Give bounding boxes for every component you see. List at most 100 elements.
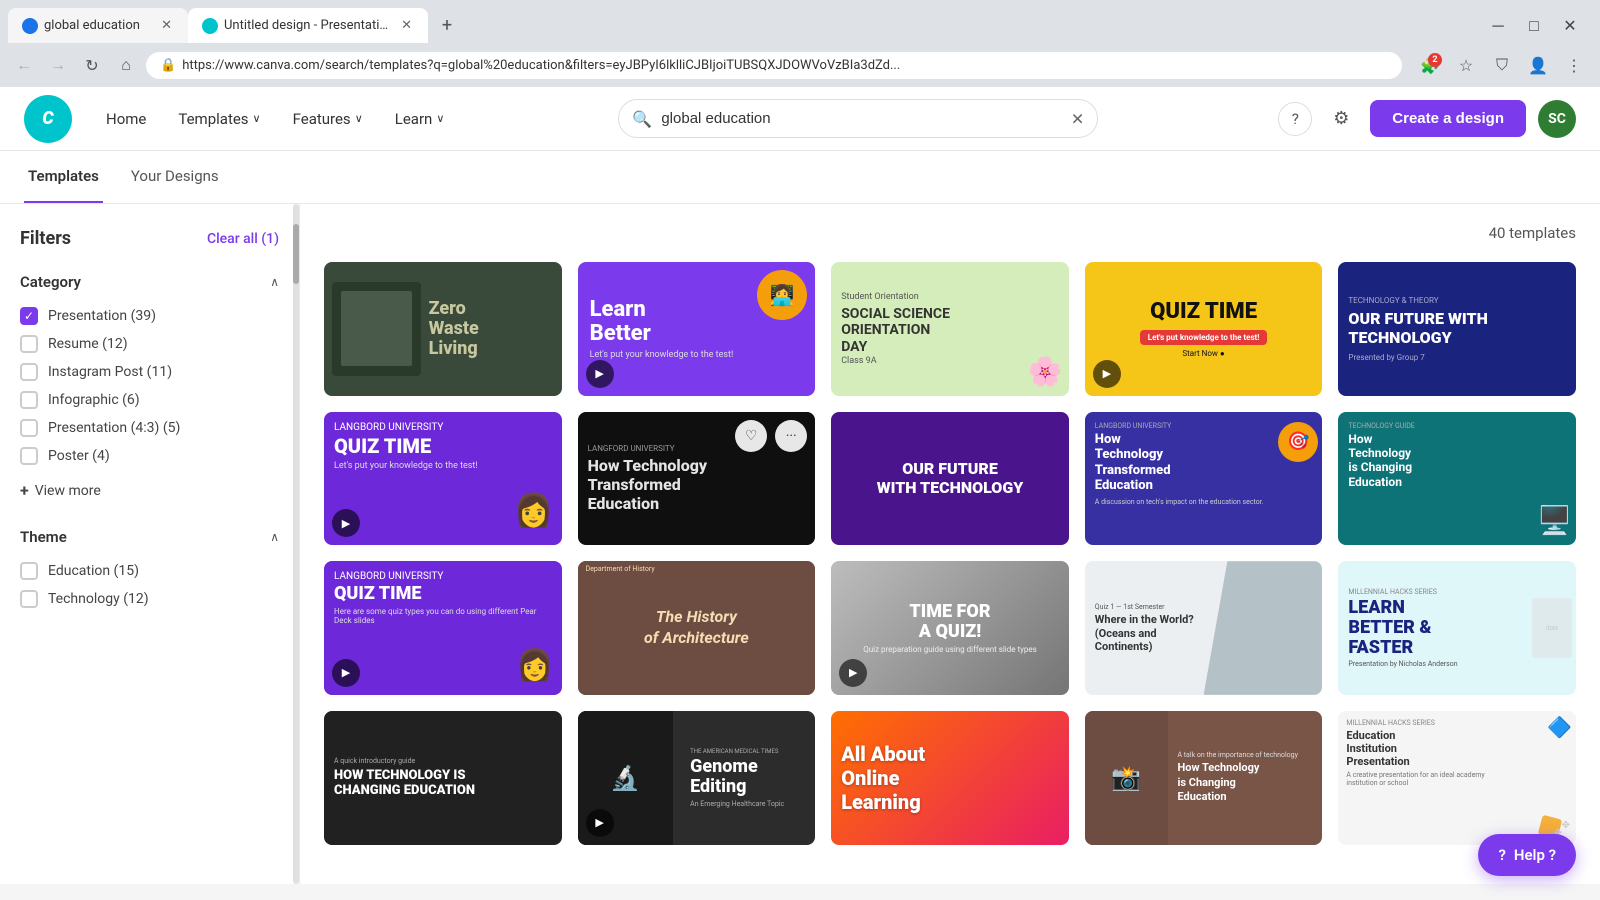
card-12-more[interactable]: ···	[775, 569, 807, 601]
search-input[interactable]	[618, 99, 1098, 138]
template-card-19[interactable]: 📸 A talk on the importance of technology…	[1085, 711, 1323, 845]
card-4-heart[interactable]: ♡	[1242, 270, 1274, 302]
profile-button[interactable]: 👤	[1522, 49, 1554, 81]
card-16-heart[interactable]: ♡	[482, 719, 514, 751]
home-button[interactable]: ⌂	[112, 51, 140, 79]
card-19-more[interactable]: ···	[1282, 719, 1314, 751]
filter-item-presentation[interactable]: Presentation (39)	[20, 307, 279, 325]
card-17-heart[interactable]: ♡	[735, 719, 767, 751]
template-card-2[interactable]: LearnBetter Let's put your knowledge to …	[578, 262, 816, 396]
tab-2-close[interactable]: ✕	[399, 16, 414, 35]
user-avatar[interactable]: SC	[1538, 100, 1576, 138]
card-10-more[interactable]: ···	[1536, 420, 1568, 452]
card-4-more[interactable]: ···	[1282, 270, 1314, 302]
template-card-3[interactable]: Student Orientation Social ScienceOrient…	[831, 262, 1069, 396]
template-card-6[interactable]: LANGBORD UNIVERSITY QUIZ TIME Let's put …	[324, 412, 562, 546]
card-15-more[interactable]: ···	[1536, 569, 1568, 601]
card-16-more[interactable]: ···	[522, 719, 554, 751]
card-2-more[interactable]: ···	[775, 270, 807, 302]
extensions-button[interactable]: 🧩 2	[1414, 49, 1446, 81]
card-13-more[interactable]: ···	[1029, 569, 1061, 601]
template-card-4[interactable]: QUIZ TIME Let's put knowledge to the tes…	[1085, 262, 1323, 396]
template-card-18[interactable]: All AboutOnlineLearning ♡ ···	[831, 711, 1069, 845]
checkbox-instagram[interactable]	[20, 363, 38, 381]
help-button[interactable]: ?	[1278, 102, 1312, 136]
template-card-8[interactable]: OUR FUTUREWITH TECHNOLOGY ♡ ···	[831, 412, 1069, 546]
card-10-heart[interactable]: ♡	[1496, 420, 1528, 452]
close-button[interactable]: ✕	[1556, 12, 1584, 40]
address-bar[interactable]: 🔒 https://www.canva.com/search/templates…	[146, 52, 1402, 79]
filter-item-poster[interactable]: Poster (4)	[20, 447, 279, 465]
card-18-heart[interactable]: ♡	[989, 719, 1021, 751]
template-card-16[interactable]: A quick introductory guide HOW TECHNOLOG…	[324, 711, 562, 845]
template-card-12[interactable]: Department of History The Historyof Arch…	[578, 561, 816, 695]
template-card-5[interactable]: Technology & Theory OUR FUTURE WITHTECHN…	[1338, 262, 1576, 396]
tab-1-close[interactable]: ✕	[159, 16, 174, 35]
template-card-11[interactable]: LANGBORD UNIVERSITY QUIZ TIME Here are s…	[324, 561, 562, 695]
checkbox-resume[interactable]	[20, 335, 38, 353]
card-3-heart[interactable]: ♡	[989, 270, 1021, 302]
settings-button[interactable]: ⚙	[1324, 102, 1358, 136]
search-clear-icon[interactable]: ✕	[1071, 109, 1084, 128]
checkbox-education[interactable]	[20, 562, 38, 580]
minimize-button[interactable]: ─	[1484, 12, 1512, 40]
sidebar-scrollbar[interactable]	[293, 204, 299, 884]
back-button[interactable]: ←	[10, 51, 38, 79]
card-14-heart[interactable]: ♡	[1242, 569, 1274, 601]
template-card-14[interactable]: Quiz 1 — 1st Semester Where in the World…	[1085, 561, 1323, 695]
bookmark-button[interactable]: ⛉	[1486, 49, 1518, 81]
filter-item-resume[interactable]: Resume (12)	[20, 335, 279, 353]
card-11-heart[interactable]: ♡	[482, 569, 514, 601]
filter-item-technology[interactable]: Technology (12)	[20, 590, 279, 608]
card-3-more[interactable]: ···	[1029, 270, 1061, 302]
tab-your-designs[interactable]: Your Designs	[127, 151, 223, 203]
card-17-more[interactable]: ···	[775, 719, 807, 751]
template-card-15[interactable]: Millennial Hacks Series LEARNBETTER &FAS…	[1338, 561, 1576, 695]
card-8-more[interactable]: ···	[1029, 420, 1061, 452]
nav-learn[interactable]: Learn ∨	[381, 102, 459, 136]
template-card-17[interactable]: 🔬 The American Medical Times GenomeEditi…	[578, 711, 816, 845]
card-14-more[interactable]: ···	[1282, 569, 1314, 601]
card-5-heart[interactable]: ♡	[1496, 270, 1528, 302]
view-more-button[interactable]: + View more	[20, 475, 279, 500]
new-tab-button[interactable]: +	[432, 11, 462, 41]
filter-item-presentation-43[interactable]: Presentation (4:3) (5)	[20, 419, 279, 437]
template-card-1[interactable]: ZeroWasteLiving ♡ ···	[324, 262, 562, 396]
checkbox-poster[interactable]	[20, 447, 38, 465]
checkbox-presentation-43[interactable]	[20, 419, 38, 437]
checkbox-infographic[interactable]	[20, 391, 38, 409]
help-float-button[interactable]: ? Help ?	[1478, 834, 1576, 876]
card-20-more[interactable]: ···	[1536, 719, 1568, 751]
browser-tab-1[interactable]: global education ✕	[8, 8, 188, 43]
clear-all-button[interactable]: Clear all (1)	[207, 231, 279, 247]
forward-button[interactable]: →	[44, 51, 72, 79]
nav-home[interactable]: Home	[92, 102, 160, 136]
card-7-more[interactable]: ···	[775, 420, 807, 452]
card-19-heart[interactable]: ♡	[1242, 719, 1274, 751]
filter-item-education[interactable]: Education (15)	[20, 562, 279, 580]
card-1-heart[interactable]: ♡	[482, 270, 514, 302]
card-13-heart[interactable]: ♡	[989, 569, 1021, 601]
card-9-more[interactable]: ···	[1282, 420, 1314, 452]
checkbox-technology[interactable]	[20, 590, 38, 608]
tab-templates[interactable]: Templates	[24, 151, 103, 203]
card-12-heart[interactable]: ♡	[735, 569, 767, 601]
browser-tab-2[interactable]: Untitled design - Presentation (1 ✕	[188, 8, 428, 43]
card-6-heart[interactable]: ♡	[482, 420, 514, 452]
card-1-more[interactable]: ···	[522, 270, 554, 302]
filter-item-infographic[interactable]: Infographic (6)	[20, 391, 279, 409]
card-7-heart[interactable]: ♡	[735, 420, 767, 452]
template-card-10[interactable]: TECHNOLOGY GUIDE HowTechnologyis Changin…	[1338, 412, 1576, 546]
card-15-heart[interactable]: ♡	[1496, 569, 1528, 601]
card-8-heart[interactable]: ♡	[989, 420, 1021, 452]
template-card-9[interactable]: LANGBORD UNIVERSITY HowTechnologyTransfo…	[1085, 412, 1323, 546]
maximize-button[interactable]: □	[1520, 12, 1548, 40]
create-design-button[interactable]: Create a design	[1370, 100, 1526, 137]
template-card-20[interactable]: Millennial Hacks Series EducationInstitu…	[1338, 711, 1576, 845]
more-button[interactable]: ⋮	[1558, 49, 1590, 81]
refresh-button[interactable]: ↻	[78, 51, 106, 79]
card-2-heart[interactable]: ♡	[735, 270, 767, 302]
category-section-header[interactable]: Category ∧	[20, 269, 279, 295]
card-9-heart[interactable]: ♡	[1242, 420, 1274, 452]
card-18-more[interactable]: ···	[1029, 719, 1061, 751]
